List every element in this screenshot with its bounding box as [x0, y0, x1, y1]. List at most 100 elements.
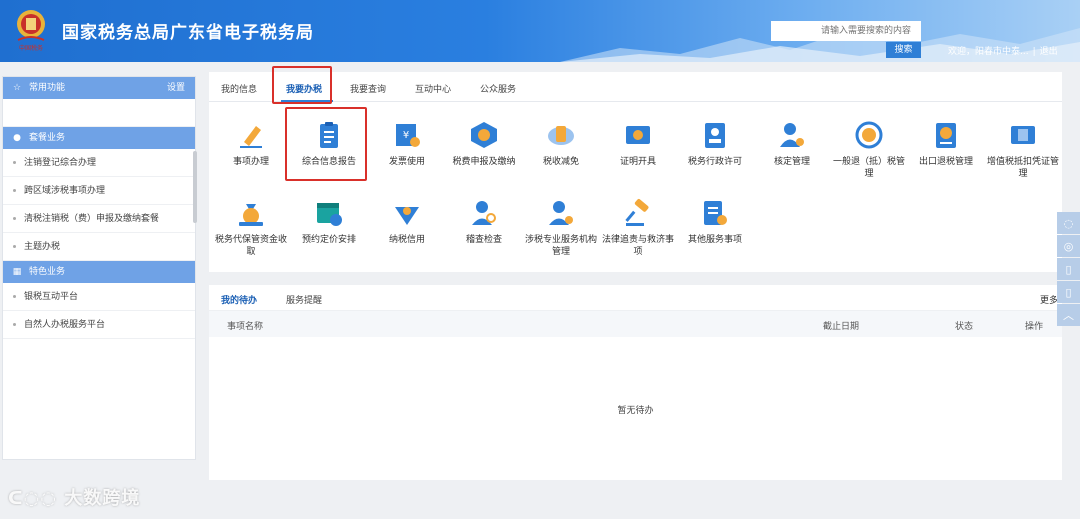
settings-link[interactable]: 设置 — [167, 77, 185, 99]
svg-text:中国税务: 中国税务 — [19, 44, 43, 52]
service-label: 证明开具 — [619, 157, 656, 167]
special-business-label: 特色业务 — [29, 267, 66, 277]
sidebar-item-bank-tax[interactable]: 银税互动平台 — [3, 283, 195, 311]
inspect-icon — [472, 201, 496, 225]
service-item-affairs[interactable]: 事项办理 — [213, 120, 289, 168]
calendar-icon — [317, 203, 342, 226]
service-label: 税务代保管资金收取 — [214, 235, 287, 257]
service-label: 纳税信用 — [388, 235, 425, 245]
service-item-other[interactable]: 其他服务事项 — [677, 198, 753, 246]
sidebar: ☆ 常用功能 设置 ● 套餐业务 注销登记综合办理 跨区域涉税事项办理 清税注销税（… — [2, 76, 197, 460]
pen-icon — [240, 126, 262, 148]
chat-icon[interactable]: ◌ — [1057, 212, 1080, 234]
todo-table-header: 事项名称 截止日期 状态 操作 — [209, 311, 1062, 337]
mobile-icon[interactable]: ▯ — [1057, 258, 1080, 280]
refund-icon — [855, 121, 883, 149]
gavel-icon — [625, 199, 649, 226]
service-label: 税费申报及缴纳 — [452, 157, 516, 167]
tab-query[interactable]: 我要查询 — [350, 82, 386, 95]
logout-link[interactable]: 退出 — [1040, 47, 1058, 57]
service-item-credit[interactable]: 纳税信用 — [369, 198, 445, 246]
package-business-label: 套餐业务 — [29, 133, 66, 143]
grid-icon: ▦ — [12, 267, 22, 277]
license-icon — [705, 123, 725, 148]
main-tabs: 我的信息 我要办税 我要查询 互动中心 公众服务 — [209, 72, 1062, 102]
service-item-custody-funds[interactable]: 税务代保管资金收取 — [213, 198, 289, 258]
service-label: 出口退税管理 — [918, 157, 973, 167]
service-label: 发票使用 — [388, 157, 425, 167]
service-label: 稽查检查 — [465, 235, 502, 245]
search-button[interactable]: 搜索 — [886, 42, 921, 58]
service-label: 事项办理 — [232, 157, 269, 167]
common-functions-list — [3, 99, 195, 127]
sidebar-item-natural-person[interactable]: 自然人办税服务平台 — [3, 311, 195, 339]
sidebar-item-label: 银税互动平台 — [24, 292, 79, 302]
search-input[interactable] — [771, 21, 921, 41]
column-header: 截止日期 — [823, 322, 860, 332]
todo-panel: 我的待办 服务提醒 更多 事项名称 截止日期 状态 操作 暂无待办 — [209, 285, 1062, 480]
tab-my-todo[interactable]: 我的待办 — [221, 293, 257, 306]
sidebar-scrollbar[interactable] — [193, 151, 197, 223]
special-business-header[interactable]: ▦ 特色业务 — [3, 261, 195, 283]
certificate-icon — [626, 126, 650, 144]
service-item-invoice[interactable]: ¥ 发票使用 — [369, 120, 445, 168]
watermark: ᑕ◌◌ 大数跨境 — [8, 484, 140, 510]
tab-my-info[interactable]: 我的信息 — [221, 82, 257, 95]
assessment-icon — [780, 123, 804, 147]
service-label: 预约定价安排 — [301, 235, 356, 245]
service-item-report[interactable]: 综合信息报告 — [291, 120, 367, 168]
service-label: 涉税专业服务机构管理 — [524, 235, 597, 257]
service-item-export-refund[interactable]: 出口退税管理 — [908, 120, 984, 168]
app-icon[interactable]: ▯ — [1057, 281, 1080, 303]
service-label: 核定管理 — [773, 157, 810, 167]
service-label: 法律追责与救济事项 — [601, 235, 674, 257]
sidebar-item-cross-region[interactable]: 跨区域涉税事项办理 — [3, 177, 195, 205]
service-label: 其他服务事项 — [687, 235, 742, 245]
star-icon: ☆ — [12, 83, 22, 93]
service-item-legal[interactable]: 法律追责与救济事项 — [600, 198, 676, 258]
sidebar-item-clear-tax[interactable]: 清税注销税（费）申报及缴纳套餐 — [3, 205, 195, 233]
todo-tabs: 我的待办 服务提醒 更多 — [209, 285, 1062, 311]
declare-icon — [471, 122, 497, 148]
tab-public-service[interactable]: 公众服务 — [480, 82, 516, 95]
service-item-certificate[interactable]: 证明开具 — [600, 120, 676, 168]
weibo-icon[interactable]: ◎ — [1057, 235, 1080, 257]
sidebar-item-deregistration[interactable]: 注销登记综合办理 — [3, 149, 195, 177]
money-bag-icon — [239, 204, 263, 226]
user-welcome: 欢迎，阳春市中泰... | 退出 — [948, 44, 1058, 57]
floating-toolbar: ◌ ◎ ▯ ▯ ︿ — [1057, 212, 1080, 327]
service-item-agency[interactable]: 涉税专业服务机构管理 — [523, 198, 599, 258]
tax-emblem-logo: 中国税务 — [17, 10, 45, 52]
invoice-icon: ¥ — [396, 124, 420, 147]
service-item-assessment[interactable]: 核定管理 — [754, 120, 830, 168]
package-icon: ● — [13, 133, 21, 143]
column-header: 事项名称 — [227, 322, 264, 332]
service-label: 增值税抵扣凭证管理 — [986, 157, 1059, 179]
agency-icon — [549, 201, 573, 225]
top-header: 中国税务 国家税务总局广东省电子税务局 搜索 欢迎，阳春市中泰...| 退出 — [0, 0, 1080, 62]
column-header: 状态 — [955, 322, 974, 332]
service-label: 一般退（抵）税管理 — [832, 157, 905, 179]
service-label: 综合信息报告 — [301, 157, 356, 167]
watermark-text: 大数跨境 — [64, 488, 141, 509]
service-label: 税务行政许可 — [687, 157, 742, 167]
back-to-top-icon[interactable]: ︿ — [1057, 304, 1080, 326]
column-header: 操作 — [1025, 322, 1044, 332]
service-item-inspection[interactable]: 稽查检查 — [446, 198, 522, 246]
service-item-declare[interactable]: 税费申报及缴纳 — [446, 120, 522, 168]
tab-interaction[interactable]: 互动中心 — [415, 82, 451, 95]
service-item-pricing[interactable]: 预约定价安排 — [291, 198, 367, 246]
package-business-header[interactable]: ● 套餐业务 — [3, 127, 195, 149]
more-link[interactable]: 更多 — [1040, 293, 1058, 306]
service-item-vat-deduct[interactable]: 增值税抵扣凭证管理 — [985, 120, 1061, 180]
sidebar-item-theme[interactable]: 主题办税 — [3, 233, 195, 261]
common-functions-label: 常用功能 — [29, 83, 66, 93]
service-item-refund[interactable]: 一般退（抵）税管理 — [831, 120, 907, 180]
service-item-tax-relief[interactable]: 税收减免 — [523, 120, 599, 168]
sidebar-item-label: 自然人办税服务平台 — [24, 320, 106, 330]
report-icon — [320, 122, 338, 148]
sidebar-item-label: 清税注销税（费）申报及缴纳套餐 — [24, 214, 160, 224]
tab-service-reminder[interactable]: 服务提醒 — [286, 293, 322, 306]
service-item-license[interactable]: 税务行政许可 — [677, 120, 753, 168]
common-functions-header[interactable]: ☆ 常用功能 设置 — [3, 77, 195, 99]
